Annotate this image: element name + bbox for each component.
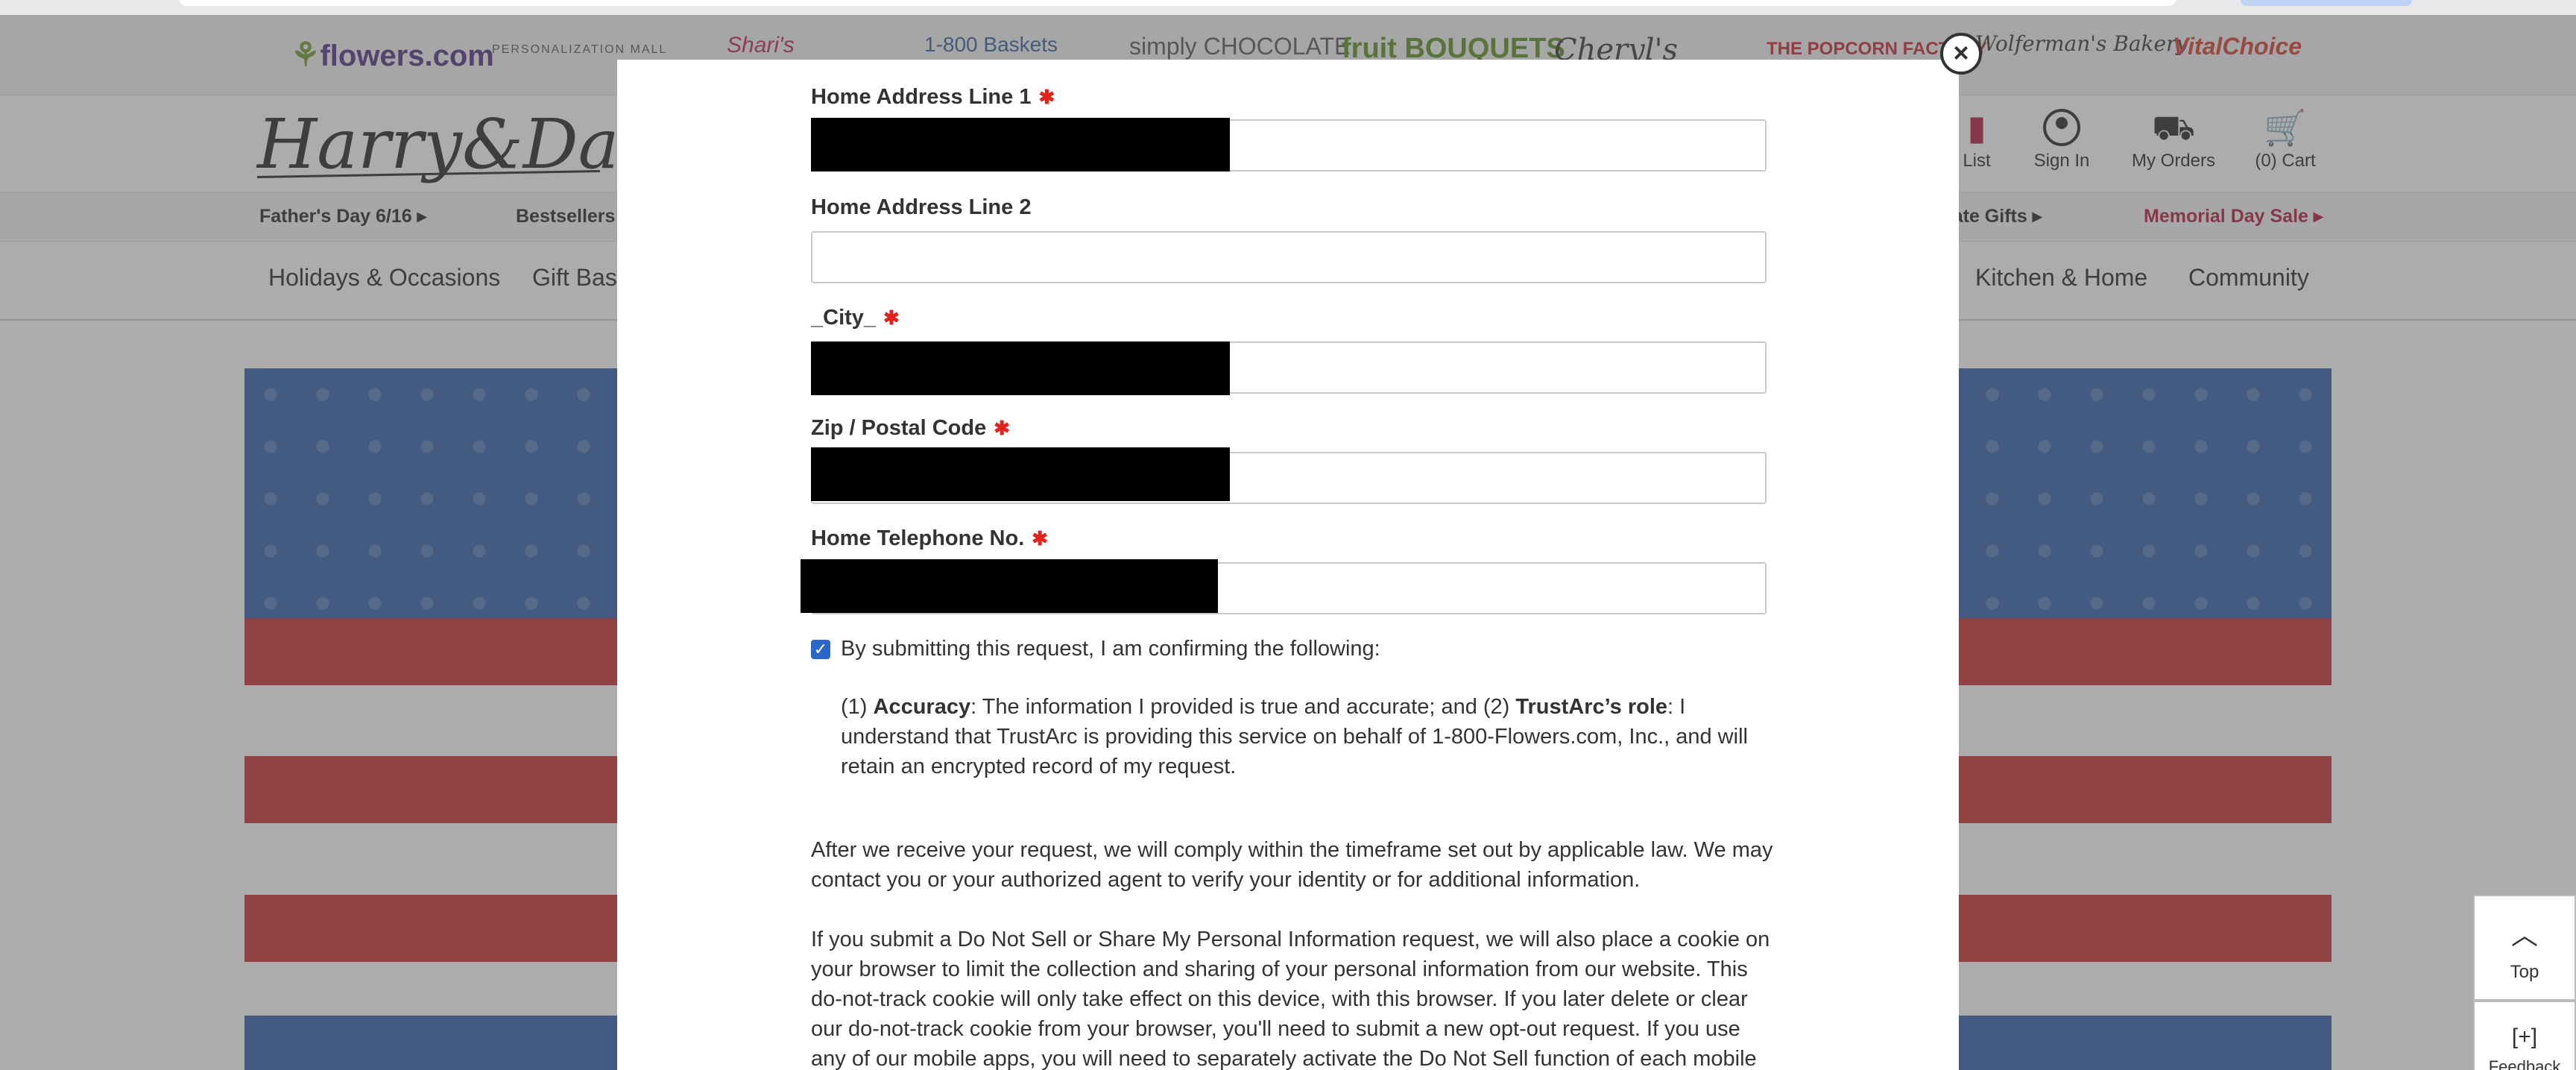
browser-toolbar-strip [0, 0, 2576, 15]
close-icon: × [1953, 37, 1969, 68]
confirmation-terms: (1) Accuracy: The information I provided… [841, 695, 1748, 778]
close-modal-button[interactable]: × [1940, 33, 1982, 75]
phone-label: Home Telephone No. ✱ [811, 526, 1049, 550]
redaction-block [811, 342, 1230, 395]
browser-address-bar[interactable] [179, 0, 2176, 6]
required-asterisk-icon: ✱ [1032, 527, 1049, 550]
address-line2-input[interactable] [811, 231, 1767, 283]
city-label: _City_ ✱ [811, 306, 900, 330]
privacy-request-modal: Home Address Line 1 ✱ Home Address Line 2… [617, 60, 1959, 1070]
back-to-top-label: Top [2510, 962, 2539, 982]
browser-action-button[interactable] [2241, 0, 2412, 6]
back-to-top-button[interactable]: ︿ Top [2473, 895, 2576, 1001]
do-not-sell-paragraph: If you submit a Do Not Sell or Share My … [811, 928, 1770, 1070]
feedback-label: Feedback [2488, 1057, 2561, 1070]
required-asterisk-icon: ✱ [883, 306, 900, 329]
address-line1-label: Home Address Line 1 ✱ [811, 85, 1055, 109]
redaction-block [811, 447, 1230, 501]
confirm-checkbox-label[interactable]: By submitting this request, I am confirm… [841, 637, 1380, 661]
feedback-button[interactable]: [+] Feedback [2473, 1001, 2576, 1070]
chevron-up-icon: ︿ [2510, 919, 2538, 950]
address-line2-label: Home Address Line 2 [811, 195, 1032, 219]
compliance-paragraph: After we receive your request, we will c… [811, 838, 1773, 892]
confirm-checkbox[interactable]: ✓ [811, 640, 830, 659]
redaction-block [811, 118, 1230, 171]
redaction-block [801, 559, 1218, 613]
required-asterisk-icon: ✱ [1038, 86, 1055, 108]
zip-label: Zip / Postal Code ✱ [811, 416, 1011, 440]
feedback-icon: [+] [2511, 1025, 2538, 1049]
required-asterisk-icon: ✱ [994, 417, 1011, 439]
